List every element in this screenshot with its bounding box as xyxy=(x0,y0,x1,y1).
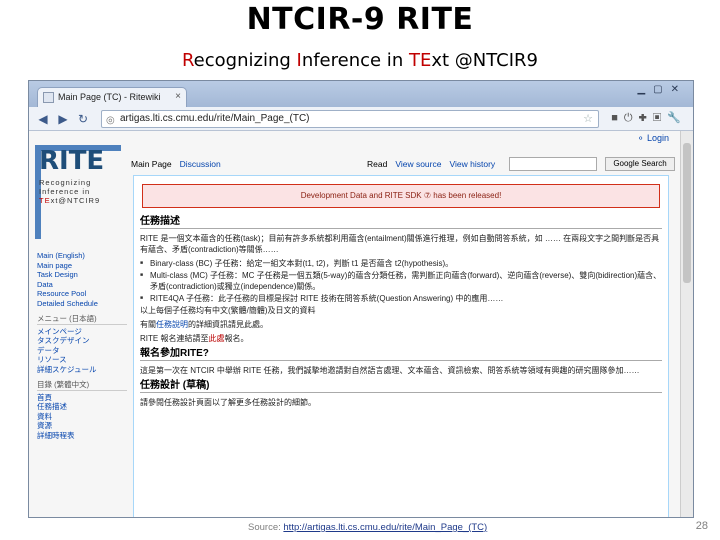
logo-line-3-rest: xt@NTCIR9 xyxy=(50,196,101,205)
browser-toolbar: ◀ ▶ ↻ ◎ artigas.lti.cs.cmu.edu/rite/Main… xyxy=(29,107,693,131)
login-link[interactable]: ⚬ Login xyxy=(637,133,669,144)
tab-read[interactable]: Read xyxy=(367,159,387,169)
browser-tab[interactable]: Main Page (TC) - Ritewiki × xyxy=(37,87,187,107)
pdf-icon[interactable]: ▣ xyxy=(653,112,667,124)
subtitle-nference: nference in xyxy=(301,50,409,71)
power-icon[interactable]: ⏻ xyxy=(624,112,639,124)
address-url: artigas.lti.cs.cmu.edu/rite/Main_Page_(T… xyxy=(120,113,310,124)
sidebar-item-resource-pool[interactable]: Resource Pool xyxy=(37,289,127,299)
tab-view-history[interactable]: View history xyxy=(449,159,495,169)
globe-icon: ◎ xyxy=(106,115,115,126)
wiki-content: Development Data and RITE SDK ⑦ has been… xyxy=(133,175,669,517)
sidebar-item-detailed-schedule[interactable]: Detailed Schedule xyxy=(37,299,127,309)
tab-discussion[interactable]: Discussion xyxy=(180,159,221,169)
slide-subtitle: Recognizing Inference in TExt @NTCIR9 xyxy=(0,50,720,71)
registration-line: RITE 報名連結請至此處報名。 xyxy=(140,333,662,344)
browser-tab-bar: Main Page (TC) - Ritewiki × ▁▢✕ xyxy=(29,81,693,107)
subtitle-r: R xyxy=(181,50,194,71)
sidebar-item-ja-data[interactable]: データ xyxy=(37,346,127,356)
task-detail-suffix: 的詳細資訊請見此處。 xyxy=(188,320,268,329)
page-number: 28 xyxy=(695,520,708,532)
source-caption: Source: http://artigas.lti.cs.cmu.edu/ri… xyxy=(248,522,487,533)
favicon-icon xyxy=(43,92,54,103)
tab-view-source[interactable]: View source xyxy=(395,159,441,169)
sidebar-item-zh-data[interactable]: 資料 xyxy=(37,412,127,422)
browser-screenshot: Main Page (TC) - Ritewiki × ▁▢✕ ◀ ▶ ↻ ◎ … xyxy=(28,80,694,518)
bullet-mc: Multi-class (MC) 子任務：MC 子任務是一個五類(5-way)的… xyxy=(140,270,662,292)
rite-logo[interactable]: RITE Recognizing Inference in TExt@NTCIR… xyxy=(39,147,113,247)
design-paragraph: 請參閱任務設計頁面以了解更多任務設計的細節。 xyxy=(140,398,316,407)
view-tabs: Read View source View history xyxy=(367,159,503,169)
sidebar-item-ja-resource[interactable]: リソース xyxy=(37,355,127,365)
tab-title: Main Page (TC) - Ritewiki xyxy=(58,92,161,102)
tab-main-page[interactable]: Main Page xyxy=(131,159,172,169)
sidebar-item-zh-schedule[interactable]: 詳細時程表 xyxy=(37,431,127,441)
sidebar-item-task-design[interactable]: Task Design xyxy=(37,270,127,280)
subtitle-te: TE xyxy=(408,50,432,71)
close-icon[interactable]: × xyxy=(175,88,181,106)
registration-prefix: RITE 報名連結請至 xyxy=(140,334,209,343)
sidebar-item-zh-main[interactable]: 首頁 xyxy=(37,393,127,403)
logo-title: RITE xyxy=(39,146,105,176)
section-heading-participate: 報名參加RITE? xyxy=(140,348,662,361)
slide-title: NTCIR-9 RITE xyxy=(246,2,474,37)
back-icon[interactable]: ◀ xyxy=(35,111,51,127)
wrench-icon[interactable]: 🔧 xyxy=(667,112,687,124)
maximize-icon[interactable]: ▢ xyxy=(653,84,670,95)
sidebar-section-ja: メニュー (日本語) xyxy=(37,314,127,325)
page-viewport: ⚬ Login RITE Recognizing Inference in TE… xyxy=(29,131,681,517)
section-heading-design: 任務設計 (草稿) xyxy=(140,380,662,393)
sidebar-item-main-page[interactable]: Main page xyxy=(37,261,127,271)
logo-line-3: TExt@NTCIR9 xyxy=(39,196,113,205)
scrollbar-thumb[interactable] xyxy=(683,143,691,283)
sidebar-item-zh-resource[interactable]: 資源 xyxy=(37,421,127,431)
logo-line-3-red: TE xyxy=(39,196,51,205)
address-bar[interactable]: ◎ artigas.lti.cs.cmu.edu/rite/Main_Page_… xyxy=(101,110,599,128)
bullet-rite4qa: RITE4QA 子任務：此子任務的目標是探討 RITE 技術在問答系統(Ques… xyxy=(140,293,662,304)
logo-line-1: Recognizing xyxy=(39,178,92,187)
registration-suffix: 報名。 xyxy=(224,334,249,343)
sidebar-section-zh: 目錄 (繁體中文) xyxy=(37,380,127,391)
extension-icon[interactable]: ■ xyxy=(611,112,624,124)
window-controls[interactable]: ▁▢✕ xyxy=(637,84,687,95)
star-icon[interactable]: ☆ xyxy=(583,111,593,127)
subtask-note: 以上每個子任務均有中文(繁體/簡體)及日文的資料 xyxy=(140,306,316,315)
release-notice[interactable]: Development Data and RITE SDK ⑦ has been… xyxy=(142,184,660,208)
task-paragraph: RITE 是一個文本蘊含的任務(task)；目前有許多系統都利用蘊含(entai… xyxy=(140,234,660,254)
reload-icon[interactable]: ↻ xyxy=(75,111,91,127)
sidebar-item-ja-main[interactable]: メインページ xyxy=(37,327,127,337)
participate-paragraph: 這是第一次在 NTCIR 中舉辦 RITE 任務，我們誠摯地邀請對自然語言處理、… xyxy=(140,366,640,375)
search-input[interactable] xyxy=(509,157,597,171)
sidebar-item-zh-task[interactable]: 任務描述 xyxy=(37,402,127,412)
sidebar-item-main-english[interactable]: Main (English) xyxy=(37,251,127,261)
sidebar-item-ja-schedule[interactable]: 詳細スケジュール xyxy=(37,365,127,375)
subtitle-xt: xt @NTCIR9 xyxy=(431,50,539,71)
subtitle-ecognizing: ecognizing xyxy=(193,50,297,71)
task-detail-link[interactable]: 任務說明 xyxy=(156,320,188,329)
forward-icon[interactable]: ▶ xyxy=(55,111,71,127)
source-link[interactable]: http://artigas.lti.cs.cmu.edu/rite/Main_… xyxy=(283,522,487,533)
task-detail-line: 有關任務說明的詳細資訊請見此處。 xyxy=(140,319,662,330)
page-tabs: Main Page Discussion xyxy=(131,159,229,169)
section-heading-task: 任務描述 xyxy=(140,216,662,229)
sidebar-item-data[interactable]: Data xyxy=(37,280,127,290)
bullet-bc: Binary-class (BC) 子任務：給定一組文本對(t1, t2)，判斷… xyxy=(140,258,662,269)
close-window-icon[interactable]: ✕ xyxy=(671,84,687,95)
page-scrollbar[interactable] xyxy=(680,131,693,517)
sidebar-item-ja-task[interactable]: タスクデザイン xyxy=(37,336,127,346)
source-label: Source: xyxy=(248,522,281,533)
bookmark-icon[interactable]: ✚ xyxy=(639,112,653,124)
task-detail-prefix: 有關 xyxy=(140,320,156,329)
registration-link[interactable]: 此處 xyxy=(208,334,224,343)
logo-subtitle: Recognizing Inference in TExt@NTCIR9 xyxy=(39,178,113,205)
sidebar: Main (English) Main page Task Design Dat… xyxy=(37,251,127,440)
google-search-button[interactable]: Google Search xyxy=(605,157,675,171)
logo-line-2: Inference in xyxy=(39,187,91,196)
extension-icons[interactable]: ■⏻✚▣🔧 xyxy=(611,111,687,125)
login-label: Login xyxy=(646,133,669,143)
minimize-icon[interactable]: ▁ xyxy=(637,84,653,95)
